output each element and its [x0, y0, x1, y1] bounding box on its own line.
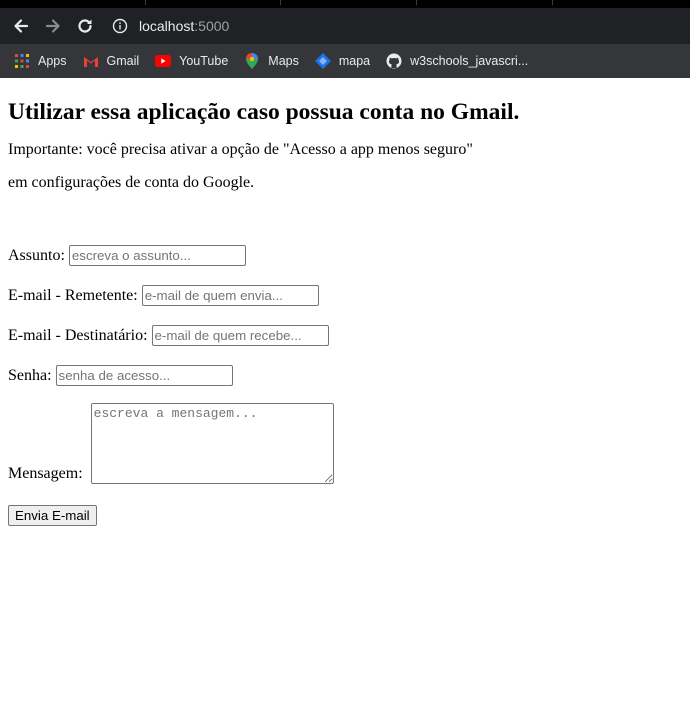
bookmark-gmail[interactable]: Gmail: [83, 44, 140, 78]
bookmark-label: Apps: [38, 54, 67, 68]
subject-row: Assunto:: [8, 245, 682, 266]
recipient-label: E-mail - Destinatário:: [8, 326, 148, 344]
page-content: Utilizar essa aplicação caso possua cont…: [0, 98, 690, 526]
back-button[interactable]: [5, 8, 37, 44]
url-port: :5000: [194, 18, 230, 34]
reload-button[interactable]: [69, 8, 101, 44]
bookmark-apps[interactable]: Apps: [14, 44, 67, 78]
site-info-icon[interactable]: [112, 12, 132, 40]
mapa-icon: [314, 53, 331, 69]
bookmarks-bar: Apps Gmail YouTube Maps mapa w3schools_j…: [0, 44, 690, 78]
note-line-2: em configurações de conta do Google.: [8, 174, 255, 191]
sender-email-input[interactable]: [141, 285, 319, 306]
recipient-row: E-mail - Destinatário:: [8, 325, 682, 346]
youtube-icon: [155, 53, 172, 69]
back-arrow-icon: [14, 19, 29, 33]
bookmark-label: Maps: [268, 54, 299, 68]
send-email-button[interactable]: Envia E-mail: [8, 505, 97, 526]
password-row: Senha:: [8, 365, 682, 386]
apps-grid-icon: [14, 53, 30, 69]
sender-label: E-mail - Remetente:: [8, 286, 138, 304]
tab-separator: [416, 0, 417, 5]
bookmark-maps[interactable]: Maps: [244, 44, 299, 78]
page-heading: Utilizar essa aplicação caso possua cont…: [8, 99, 520, 125]
forward-button[interactable]: [37, 8, 69, 44]
bookmark-label: Gmail: [106, 54, 140, 68]
email-form: Assunto: E-mail - Remetente: E-mail - De…: [8, 245, 682, 526]
note-line-1: Importante: você precisa ativar a opção …: [8, 141, 473, 158]
message-label: Mensagem:: [8, 465, 83, 482]
bookmark-mapa[interactable]: mapa: [314, 44, 371, 78]
forward-arrow-icon: [45, 19, 60, 33]
bookmark-label: w3schools_javascri...: [410, 54, 529, 68]
tab-strip: [0, 0, 690, 8]
url-host: localhost: [139, 18, 195, 34]
sender-row: E-mail - Remetente:: [8, 285, 682, 306]
tab-separator: [280, 0, 281, 5]
message-row: Mensagem:: [8, 403, 682, 484]
message-textarea[interactable]: [90, 403, 334, 484]
reload-icon: [78, 19, 92, 33]
bookmark-label: YouTube: [179, 54, 229, 68]
bookmark-youtube[interactable]: YouTube: [155, 44, 228, 78]
password-input[interactable]: [55, 365, 233, 386]
tab-separator: [145, 0, 146, 5]
bookmark-w3schools[interactable]: w3schools_javascri...: [386, 44, 528, 78]
browser-toolbar: localhost:5000: [0, 8, 690, 44]
address-bar[interactable]: localhost:5000: [106, 12, 690, 40]
bookmark-label: mapa: [338, 54, 371, 68]
recipient-email-input[interactable]: [151, 325, 329, 346]
subject-label: Assunto:: [8, 246, 65, 264]
gmail-icon: [83, 53, 99, 69]
maps-pin-icon: [244, 53, 260, 69]
tab-separator: [552, 0, 553, 5]
subject-input[interactable]: [68, 245, 246, 266]
password-label: Senha:: [8, 366, 52, 384]
github-icon: [386, 53, 402, 69]
